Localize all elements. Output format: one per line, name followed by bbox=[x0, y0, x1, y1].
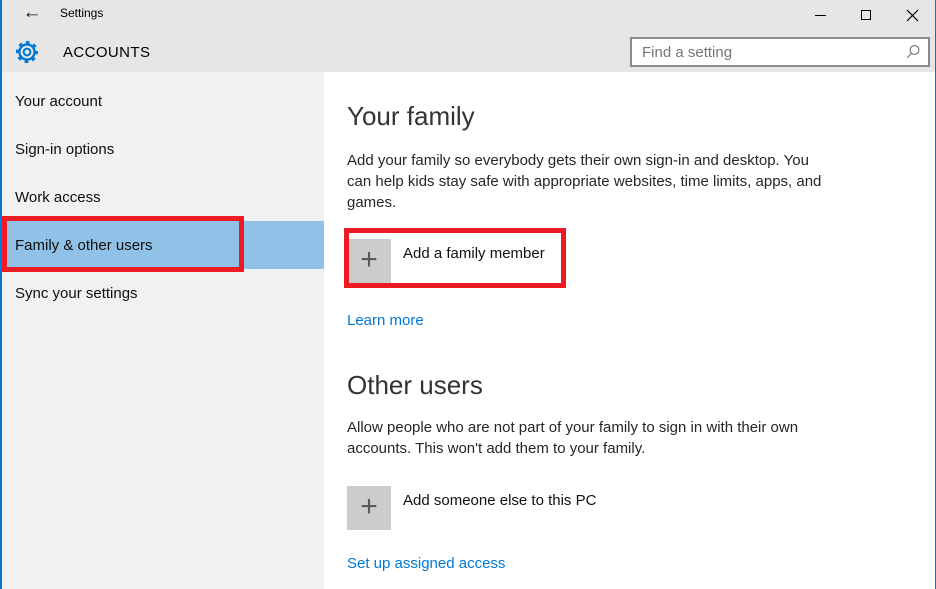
window-title: Settings bbox=[60, 6, 103, 20]
back-button[interactable]: ← bbox=[17, 0, 47, 26]
close-button[interactable] bbox=[889, 0, 935, 30]
set-up-assigned-access-link[interactable]: Set up assigned access bbox=[347, 555, 505, 572]
add-family-member-label: Add a family member bbox=[403, 245, 545, 262]
maximize-icon bbox=[861, 10, 871, 20]
search-icon[interactable] bbox=[905, 44, 921, 60]
search-box[interactable] bbox=[630, 37, 930, 67]
minimize-button[interactable] bbox=[797, 0, 843, 30]
learn-more-link[interactable]: Learn more bbox=[347, 312, 424, 329]
section-heading-other-users: Other users bbox=[347, 367, 905, 403]
main-content: Your family Add your family so everybody… bbox=[324, 72, 935, 589]
sidebar-item-sign-in-options[interactable]: Sign-in options bbox=[2, 125, 324, 173]
sidebar-item-work-access[interactable]: Work access bbox=[2, 173, 324, 221]
sidebar-item-family-other-users[interactable]: Family & other users bbox=[2, 221, 324, 269]
add-someone-else-label: Add someone else to this PC bbox=[403, 492, 596, 509]
settings-window: ← Settings ACCOUNTS bbox=[0, 0, 936, 589]
maximize-button[interactable] bbox=[843, 0, 889, 30]
section-heading-your-family: Your family bbox=[347, 98, 905, 134]
page-title: ACCOUNTS bbox=[63, 44, 150, 61]
back-arrow-icon: ← bbox=[23, 2, 42, 23]
sidebar-item-sync-your-settings[interactable]: Sync your settings bbox=[2, 269, 324, 317]
add-family-member-tile[interactable]: + bbox=[347, 239, 391, 283]
add-someone-else-button[interactable]: + Add someone else to this PC bbox=[347, 486, 905, 530]
other-users-description: Allow people who are not part of your fa… bbox=[347, 417, 825, 459]
add-someone-else-tile[interactable]: + bbox=[347, 486, 391, 530]
sidebar: Your account Sign-in options Work access… bbox=[2, 72, 324, 589]
your-family-description: Add your family so everybody gets their … bbox=[347, 150, 825, 213]
close-icon bbox=[906, 9, 919, 22]
sidebar-item-your-account[interactable]: Your account bbox=[2, 77, 324, 125]
header-bar: ← Settings ACCOUNTS bbox=[2, 0, 935, 72]
minimize-icon bbox=[815, 15, 826, 16]
window-controls bbox=[797, 0, 935, 30]
add-family-member-button[interactable]: + Add a family member bbox=[347, 239, 905, 283]
plus-icon: + bbox=[360, 492, 378, 522]
gear-icon bbox=[14, 39, 40, 65]
search-input[interactable] bbox=[632, 39, 898, 65]
plus-icon: + bbox=[360, 245, 378, 275]
